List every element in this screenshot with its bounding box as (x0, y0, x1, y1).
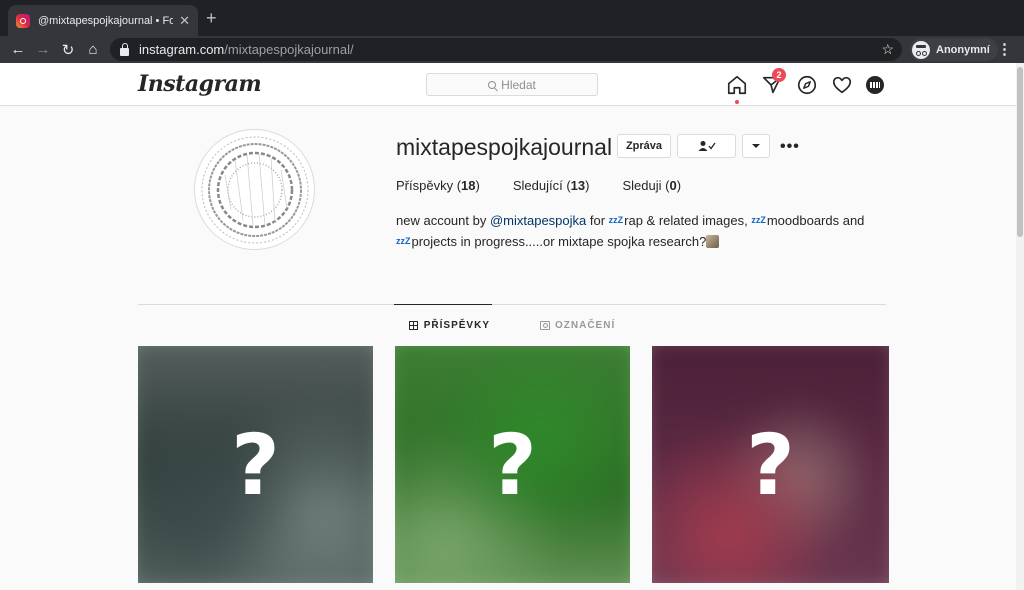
address-bar[interactable]: instagram.com/mixtapespojkajournal/ ☆ (110, 38, 902, 61)
message-button[interactable]: Zpráva (617, 134, 671, 158)
reload-icon[interactable]: ↻ (56, 38, 80, 62)
direct-messages-icon[interactable]: 2 (761, 68, 786, 96)
more-options-icon[interactable]: ••• (780, 138, 800, 156)
explore-icon[interactable] (796, 74, 818, 96)
browser-menu-icon[interactable]: ⋮ (997, 40, 1012, 58)
post-thumbnail[interactable]: ? (395, 346, 630, 583)
profile-section: mixtapespojkajournal Zpráva ••• Příspěvk… (0, 106, 1024, 304)
profile-picture[interactable] (194, 129, 315, 250)
browser-tab[interactable]: @mixtapespojkajournal • Fotky ✕ (8, 5, 198, 36)
profile-avatar-icon[interactable] (866, 74, 888, 96)
profile-label: Anonymní (936, 43, 990, 56)
profile-tabs: PŘÍSPĚVKY OZNAČENÍ (138, 304, 886, 346)
url-host: instagram.com (139, 42, 225, 57)
profile-bio: new account by @mixtapespojka for zzZrap… (396, 213, 865, 249)
tab-posts[interactable]: PŘÍSPĚVKY (393, 304, 493, 346)
following-person-icon (698, 141, 716, 151)
posts-stat: Příspěvky (18) (396, 178, 480, 193)
tagged-icon (540, 320, 550, 330)
active-indicator (735, 100, 739, 104)
scrollbar-thumb[interactable] (1017, 67, 1023, 237)
incognito-profile-button[interactable]: Anonymní (910, 38, 998, 61)
profile-stats: Příspěvky (18) Sledující (13) Sleduji (0… (396, 178, 681, 193)
post-thumbnail[interactable]: ? (138, 346, 373, 583)
bio-mention-link[interactable]: @mixtapespojka (490, 213, 586, 228)
instagram-favicon-icon (16, 13, 30, 28)
tab-tagged[interactable]: OZNAČENÍ (539, 304, 616, 346)
hidden-image-placeholder: ? (488, 415, 537, 514)
post-thumbnail[interactable]: ? (652, 346, 889, 583)
forward-icon[interactable]: → (31, 38, 55, 62)
grid-icon (408, 320, 418, 330)
instagram-logo[interactable]: Instagram (138, 71, 262, 97)
header-icons: 2 (726, 68, 888, 104)
notification-badge: 2 (772, 68, 786, 82)
avatar (866, 76, 884, 94)
lock-icon (120, 42, 129, 56)
browser-tabbar: @mixtapespojkajournal • Fotky ✕ + (0, 0, 1024, 36)
profile-username: mixtapespojkajournal (396, 134, 613, 160)
followers-stat[interactable]: Sledující (13) (513, 178, 590, 193)
back-icon[interactable]: ← (6, 38, 30, 62)
chevron-down-icon (752, 144, 760, 148)
tab-title: @mixtapespojkajournal • Fotky (38, 14, 174, 27)
search-input[interactable]: Hledat (426, 73, 598, 96)
suggested-dropdown-button[interactable] (742, 134, 770, 158)
home-icon[interactable] (726, 74, 748, 104)
hidden-image-placeholder: ? (231, 415, 280, 514)
incognito-icon (912, 40, 930, 59)
sleeping-emoji-icon: zzZ (751, 215, 766, 225)
sleeping-emoji-icon: zzZ (396, 236, 411, 246)
new-tab-button[interactable]: + (206, 9, 217, 27)
bookmark-star-icon[interactable]: ☆ (881, 41, 894, 58)
url-path: /mixtapespojkajournal/ (224, 42, 354, 57)
sleeping-emoji-icon: zzZ (608, 215, 624, 225)
search-icon (488, 80, 497, 89)
thinking-emoji-icon (706, 235, 720, 248)
search-placeholder: Hledat (501, 77, 536, 92)
following-stat[interactable]: Sleduji (0) (622, 178, 681, 193)
heart-icon[interactable] (831, 74, 853, 96)
browser-toolbar: ← → ↻ ⌂ instagram.com/mixtapespojkajourn… (0, 36, 1024, 63)
tab-close-icon[interactable]: ✕ (179, 13, 190, 29)
home-browser-icon[interactable]: ⌂ (81, 38, 105, 62)
instagram-header: Instagram Hledat 2 (0, 63, 1024, 106)
hidden-image-placeholder: ? (746, 415, 795, 514)
following-button[interactable] (677, 134, 736, 158)
